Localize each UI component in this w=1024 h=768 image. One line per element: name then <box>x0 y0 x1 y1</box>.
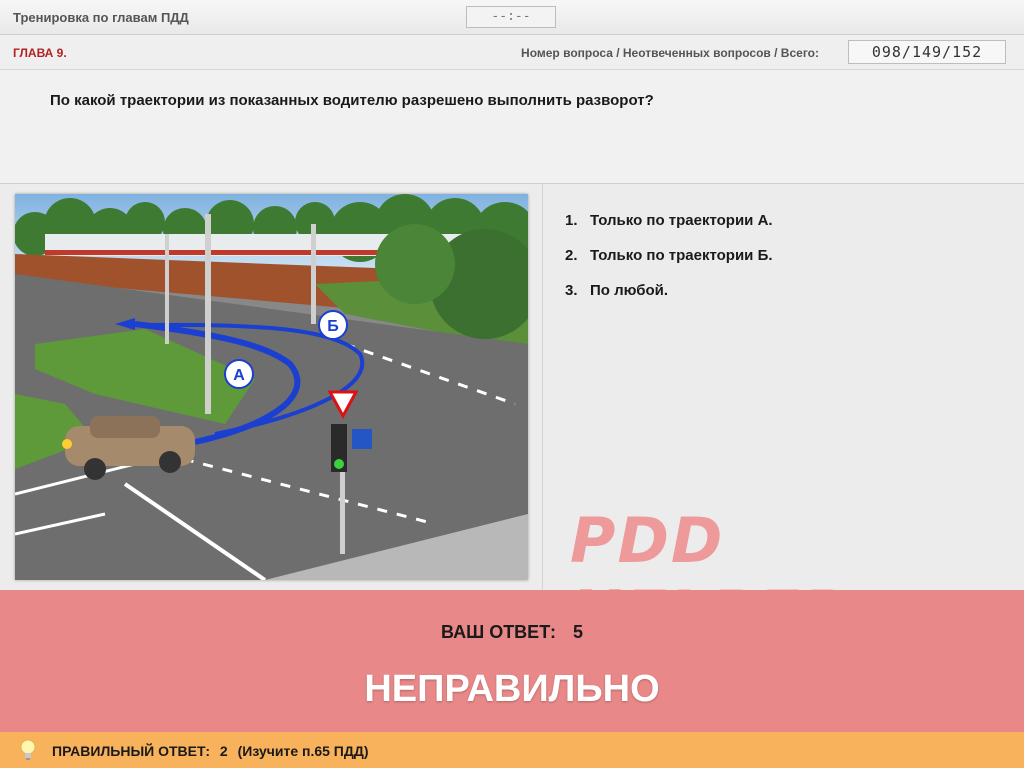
trajectory-a-label: А <box>233 367 245 384</box>
question-text: По какой траектории из показанных водите… <box>50 92 654 109</box>
answer-option-text: Только по траектории Б. <box>590 247 773 264</box>
verdict-text: НЕПРАВИЛЬНО <box>364 668 660 710</box>
answer-option-number: 2. <box>565 247 578 264</box>
correct-answer-bar: ПРАВИЛЬНЫЙ ОТВЕТ: 2 (Изучите п.65 ПДД) <box>0 732 1024 768</box>
answer-option-text: По любой. <box>590 282 669 299</box>
intersection-illustration: А Б <box>13 194 540 582</box>
correct-answer-note: (Изучите п.65 ПДД) <box>237 743 369 759</box>
your-answer-value: 5 <box>572 622 583 642</box>
your-answer: ВАШ ОТВЕТ: 5 <box>0 622 1024 643</box>
answer-option-number: 1. <box>565 212 578 229</box>
question-content: А Б 1. Только по траектории А. 2. Только… <box>0 184 1024 650</box>
timer-display: --:-- <box>466 6 556 28</box>
correct-answer-label: ПРАВИЛЬНЫЙ ОТВЕТ: <box>52 743 211 759</box>
answer-option-1[interactable]: 1. Только по траектории А. <box>565 212 773 229</box>
question-counter: 098/149/152 <box>848 40 1006 64</box>
chapter-label: ГЛАВА 9. <box>13 46 67 60</box>
answer-list: 1. Только по траектории А. 2. Только по тр… <box>565 212 773 317</box>
your-answer-label: ВАШ ОТВЕТ: <box>441 622 556 642</box>
question-illustration: А Б <box>13 194 540 582</box>
question-counter-label: Номер вопроса / Неотвеченных вопросов / … <box>521 46 819 60</box>
lightbulb-icon <box>20 739 36 760</box>
correct-answer-value: 2 <box>219 743 228 759</box>
answer-option-number: 3. <box>565 282 578 299</box>
correct-answer: ПРАВИЛЬНЫЙ ОТВЕТ: 2 (Изучите п.65 ПДД) <box>52 743 374 759</box>
content-divider <box>542 184 543 590</box>
answer-option-3[interactable]: 3. По любой. <box>565 282 773 299</box>
app-title: Тренировка по главам ПДД <box>13 10 189 25</box>
chapter-bar: ГЛАВА 9. Номер вопроса / Неотвеченных во… <box>0 35 1024 70</box>
answer-option-text: Только по траектории А. <box>590 212 773 229</box>
question-panel: По какой траектории из показанных водите… <box>0 70 1024 184</box>
trajectory-b-label: Б <box>327 318 339 335</box>
result-panel: ВАШ ОТВЕТ: 5 НЕПРАВИЛЬНО <box>0 590 1024 732</box>
top-bar: Тренировка по главам ПДД --:-- <box>0 0 1024 35</box>
answer-option-2[interactable]: 2. Только по траектории Б. <box>565 247 773 264</box>
